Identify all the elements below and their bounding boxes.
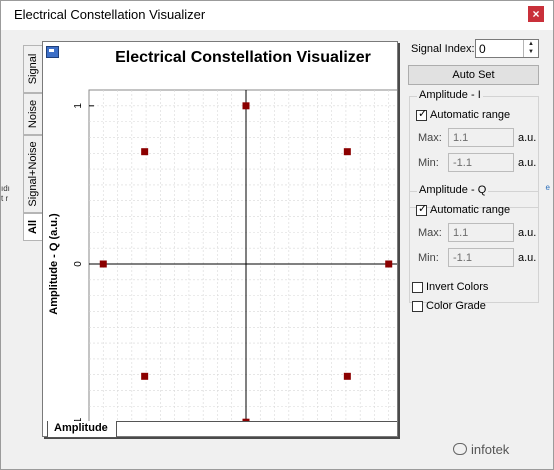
amplitude-i-auto-label: Automatic range [430, 109, 511, 121]
amplitude-q-min-unit: a.u. [518, 252, 537, 264]
signal-index-value: 0 [479, 42, 486, 56]
amplitude-q-max-label: Max: [418, 227, 442, 239]
tab-signal-label: Signal [27, 53, 39, 85]
amplitude-i-max-field[interactable]: 1.1 [448, 128, 514, 147]
amplitude-i-max-label: Max: [418, 132, 442, 144]
tab-signal[interactable]: Signal [23, 45, 43, 93]
signal-index-label: Signal Index: [411, 43, 475, 55]
checkmark-icon: ✓ [418, 108, 428, 120]
amplitude-i-min-label: Min: [418, 157, 439, 169]
amplitude-q-title: Amplitude - Q [417, 184, 489, 196]
amplitude-q-auto-label: Automatic range [430, 204, 511, 216]
invert-colors-label: Invert Colors [426, 281, 489, 293]
background-text-fragment: e [545, 183, 550, 192]
plot-area [88, 89, 397, 422]
amplitude-i-title: Amplitude - I [417, 89, 483, 101]
background-text-fragment: ıdı [1, 184, 10, 193]
amplitude-q-min-value: -1.1 [453, 252, 472, 264]
tab-signal-noise-label: Signal+Noise [27, 141, 39, 207]
amplitude-i-auto-checkbox[interactable]: ✓ [416, 108, 428, 121]
tab-strip-line [117, 421, 397, 422]
auto-set-button[interactable]: Auto Set [408, 65, 539, 85]
tab-signal-noise[interactable]: Signal+Noise [23, 135, 43, 213]
plot-panel: Electrical Constellation Visualizer -101… [42, 41, 398, 437]
constellation-chart: -101-101Amplitude - I (a.u.)Amplitude - … [48, 89, 397, 422]
spin-up-icon[interactable]: ▲ [524, 40, 538, 48]
tab-noise-label: Noise [27, 99, 39, 129]
color-grade-checkbox[interactable] [412, 301, 423, 312]
constellation-point [141, 148, 149, 156]
amplitude-i-min-field[interactable]: -1.1 [448, 153, 514, 172]
tab-amplitude-label: Amplitude [54, 422, 108, 434]
visualizer-window: Electrical Constellation Visualizer × ıd… [0, 0, 554, 470]
amplitude-q-max-value: 1.1 [453, 227, 469, 239]
y-axis-label: Amplitude - Q (a.u.) [48, 213, 60, 315]
invert-colors-checkbox[interactable] [412, 282, 423, 293]
amplitude-q-max-unit: a.u. [518, 227, 537, 239]
constellation-point [141, 372, 149, 380]
y-tick-label: 1 [73, 103, 84, 109]
constellation-point [242, 102, 250, 110]
amplitude-i-min-value: -1.1 [453, 157, 472, 169]
background-text-fragment: t r [1, 194, 9, 203]
amplitude-i-min-unit: a.u. [518, 157, 537, 169]
constellation-point [343, 148, 351, 156]
constellation-point [99, 260, 107, 268]
y-tick-label: 0 [73, 261, 84, 267]
wechat-icon [453, 443, 467, 455]
amplitude-q-min-field[interactable]: -1.1 [448, 248, 514, 267]
close-button[interactable]: × [528, 6, 544, 22]
spin-down-icon[interactable]: ▼ [524, 48, 538, 56]
constellation-point [385, 260, 393, 268]
signal-index-spinner[interactable]: 0 ▲ ▼ [475, 39, 539, 58]
amplitude-i-max-unit: a.u. [518, 132, 537, 144]
tab-amplitude[interactable]: Amplitude [47, 421, 117, 438]
amplitude-q-max-field[interactable]: 1.1 [448, 223, 514, 242]
constellation-point [343, 372, 351, 380]
window-title: Electrical Constellation Visualizer [14, 7, 206, 22]
tab-all-label: All [27, 219, 39, 235]
checkmark-icon: ✓ [418, 203, 428, 215]
color-grade-label: Color Grade [426, 300, 486, 312]
amplitude-q-min-label: Min: [418, 252, 439, 264]
spinner-buttons[interactable]: ▲ ▼ [523, 40, 538, 57]
tab-all[interactable]: All [23, 213, 43, 241]
amplitude-i-max-value: 1.1 [453, 132, 469, 144]
title-bar: Electrical Constellation Visualizer × [1, 1, 553, 30]
amplitude-q-auto-checkbox[interactable]: ✓ [416, 203, 428, 216]
watermark-text: infotek [471, 442, 510, 457]
tab-noise[interactable]: Noise [23, 93, 43, 135]
